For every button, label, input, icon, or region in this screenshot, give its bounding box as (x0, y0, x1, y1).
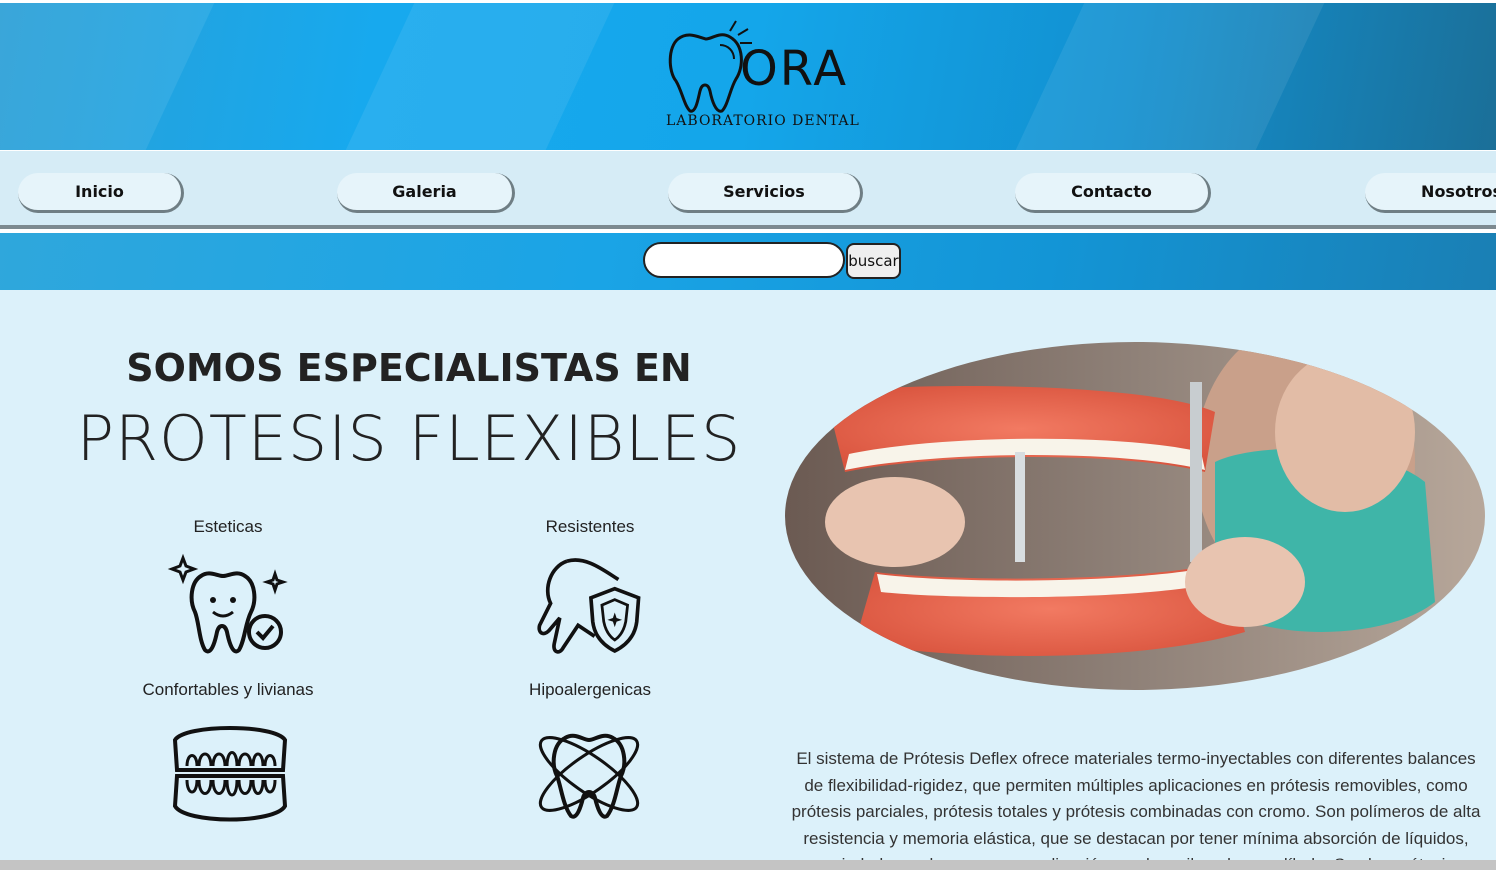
header-decoration (0, 3, 215, 150)
logo-subtitle: LABORATORIO DENTAL (666, 113, 860, 129)
site-logo[interactable]: ORA LABORATORIO DENTAL (662, 13, 877, 138)
nav-item-servicios[interactable]: Servicios (668, 173, 863, 213)
main-content: SOMOS ESPECIALISTAS EN PROTESIS FLEXIBLE… (0, 290, 1496, 860)
description-paragraph: El sistema de Prótesis Deflex ofrece mat… (791, 749, 1481, 860)
smiling-tooth-icon (167, 553, 288, 654)
nav-item-nosotros[interactable]: Nosotros (1365, 173, 1496, 213)
nav-item-galeria[interactable]: Galeria (337, 173, 515, 213)
hero-subheading: PROTESIS FLEXIBLES (76, 402, 742, 475)
main-navigation: Inicio Galeria Servicios Contacto Nosotr… (0, 151, 1496, 229)
tooth-shield-icon (537, 558, 641, 654)
header-decoration (1015, 3, 1325, 150)
prosthesis-illustration (785, 342, 1485, 690)
nav-item-contacto[interactable]: Contacto (1015, 173, 1211, 213)
horizontal-scrollbar[interactable] (0, 860, 1496, 870)
denture-icon (172, 726, 288, 822)
nav-item-inicio[interactable]: Inicio (18, 173, 184, 213)
nav-item-nosotros-label: Nosotros (1421, 182, 1496, 201)
feature-label-confortables: Confortables y livianas (142, 680, 314, 699)
feature-label-resistentes: Resistentes (545, 517, 635, 536)
tooth-atom-icon (538, 733, 640, 819)
search-button[interactable]: buscar (846, 243, 901, 279)
search-input[interactable] (643, 242, 845, 278)
feature-label-esteticas: Esteticas (193, 517, 263, 536)
dental-prosthesis-photo (785, 342, 1485, 690)
search-bar: buscar (0, 233, 1496, 290)
feature-label-hipoalergenicas: Hipoalergenicas (529, 680, 651, 699)
logo-wordmark: ORA (740, 41, 849, 97)
site-header: ORA LABORATORIO DENTAL (0, 3, 1496, 150)
header-decoration (345, 3, 615, 150)
hero-heading: SOMOS ESPECIALISTAS EN (126, 346, 692, 390)
